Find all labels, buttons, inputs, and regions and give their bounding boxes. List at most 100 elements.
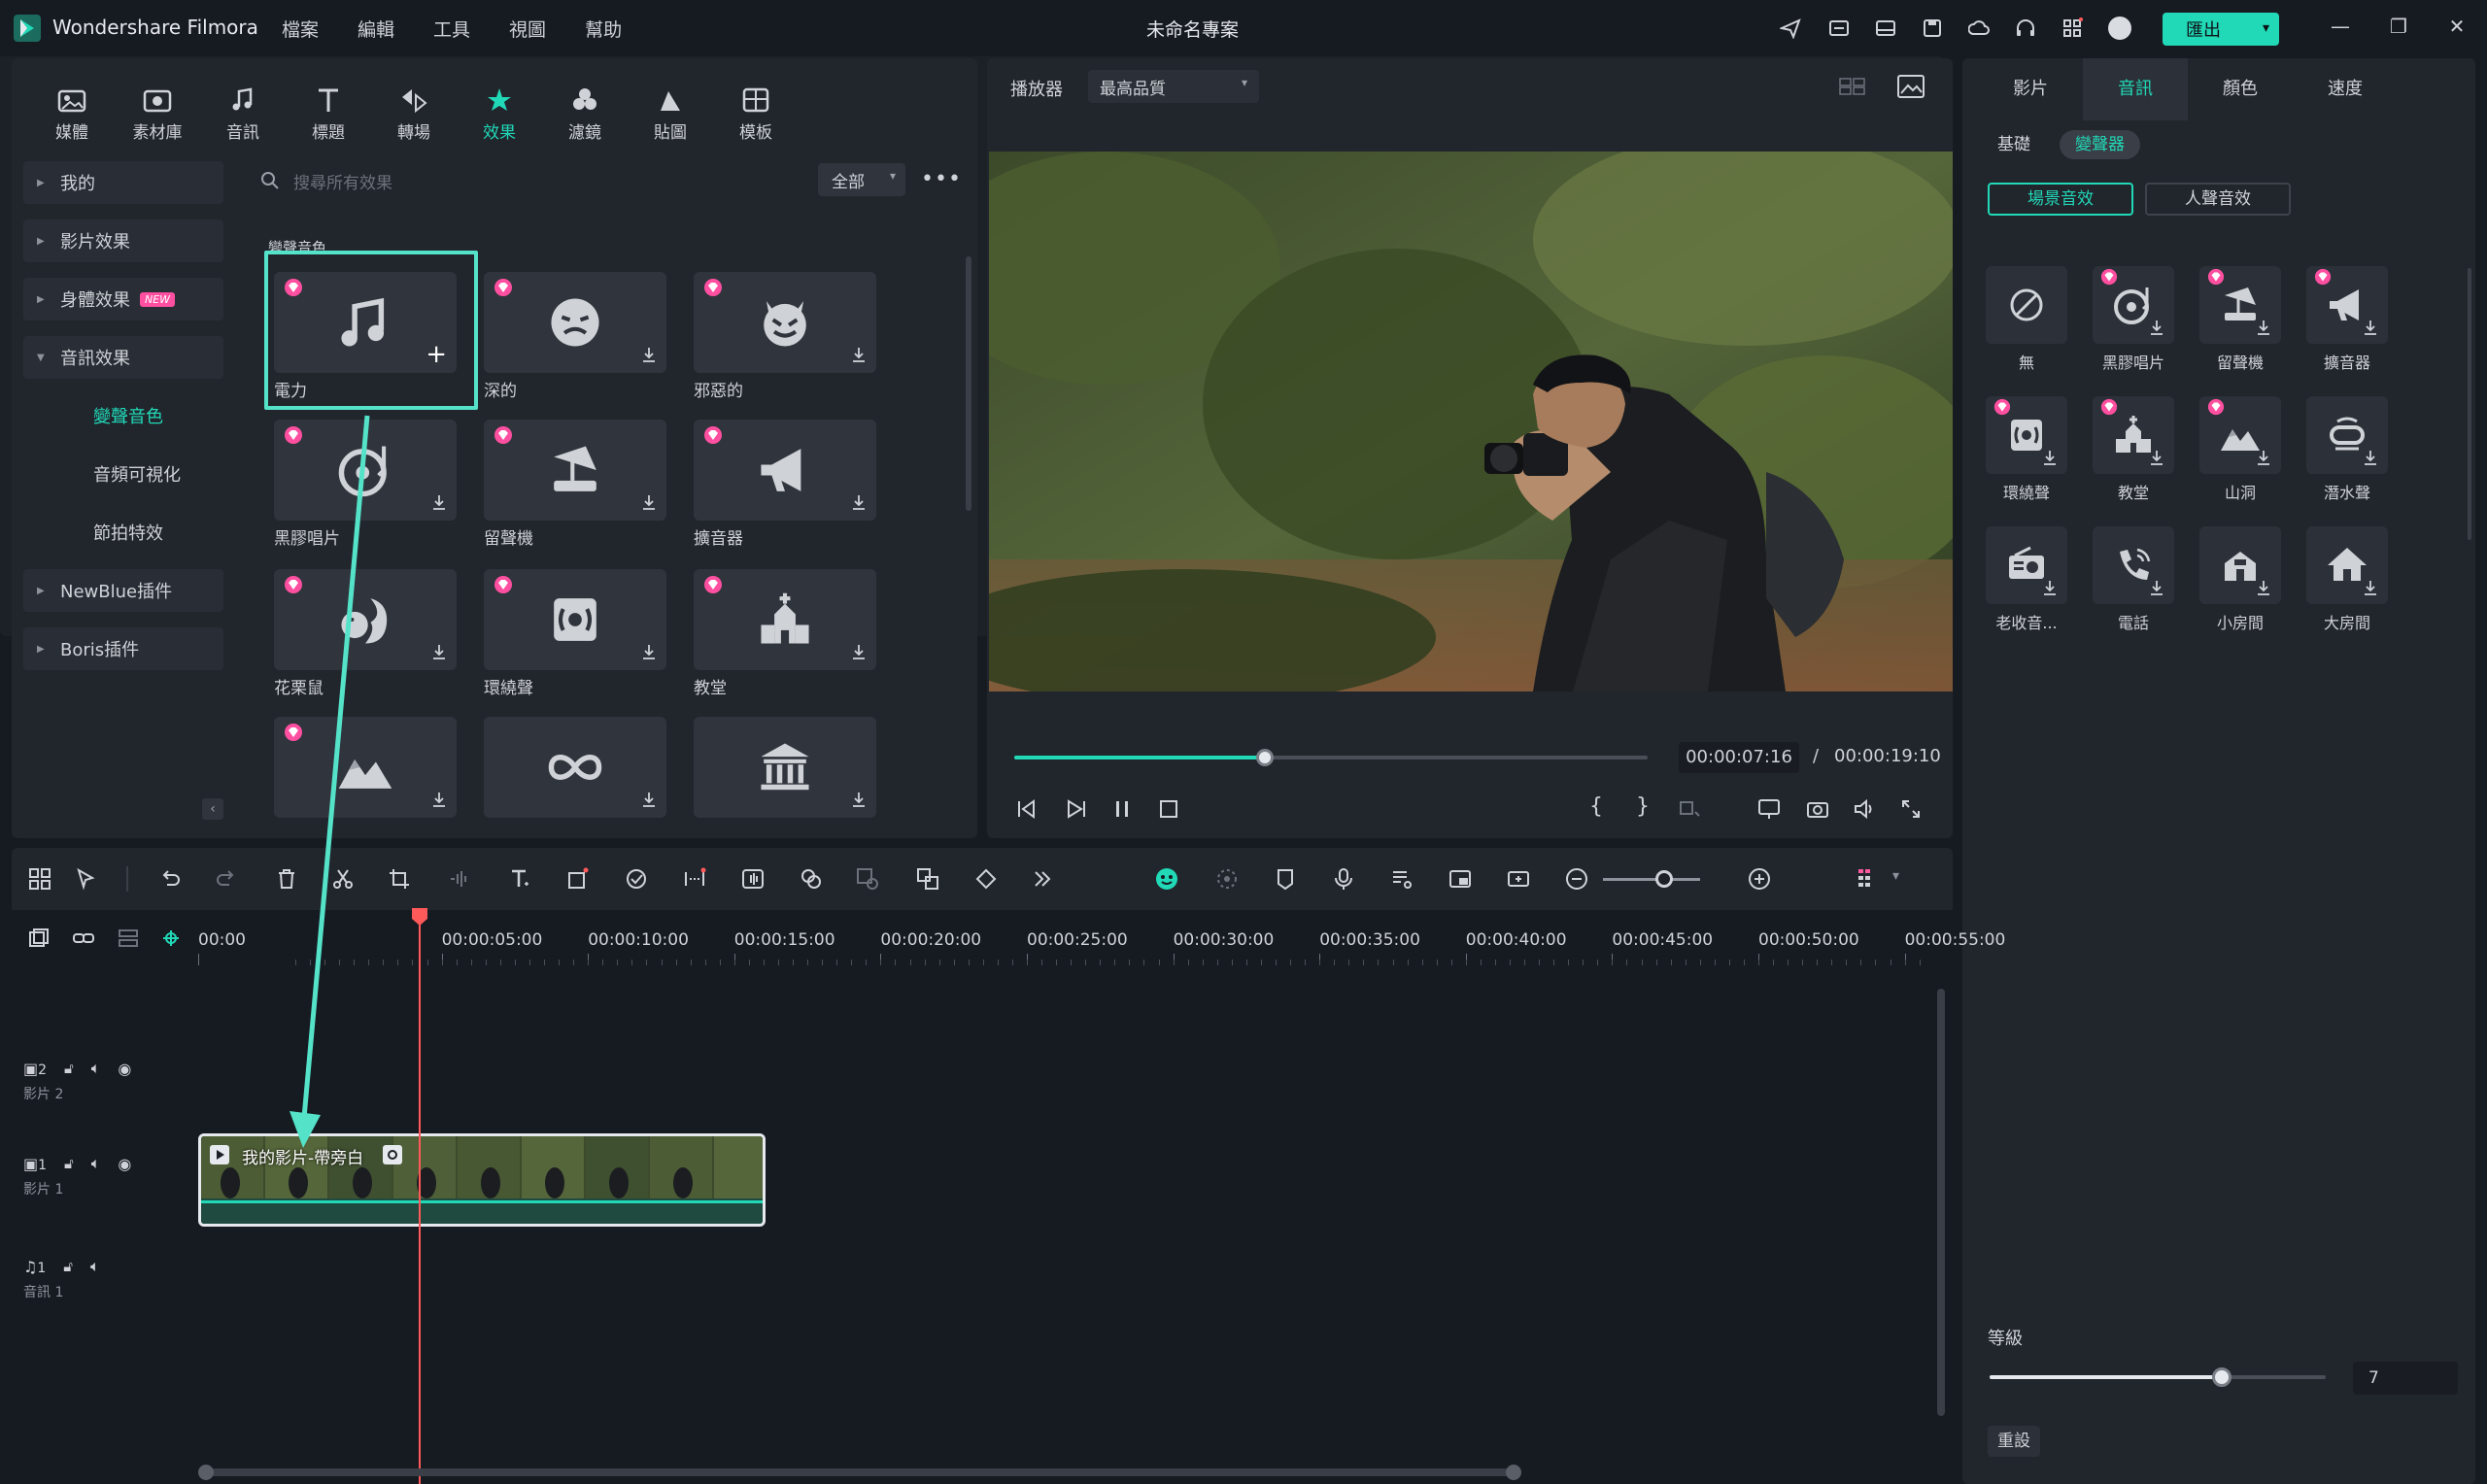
tab-video[interactable]: 影片 xyxy=(1978,58,2083,120)
menu-view[interactable]: 視圖 xyxy=(509,16,546,42)
voice-preset-item[interactable]: 大房間 xyxy=(2304,526,2390,633)
scroll-handle-left[interactable] xyxy=(198,1465,214,1480)
voice-preset-thumbnail[interactable] xyxy=(2093,266,2174,344)
download-icon[interactable] xyxy=(431,643,447,660)
download-icon[interactable] xyxy=(851,346,867,363)
audio-split-icon[interactable] xyxy=(447,866,472,892)
scroll-handle-right[interactable] xyxy=(1506,1465,1521,1480)
menu-file[interactable]: 檔案 xyxy=(282,16,319,42)
snapshot-view-icon[interactable] xyxy=(1896,74,1925,99)
snap-icon[interactable] xyxy=(1506,866,1531,892)
playback-progress-bar[interactable] xyxy=(1014,749,1648,766)
visibility-eye-icon[interactable]: ◉ xyxy=(118,1155,131,1173)
effect-thumbnail[interactable] xyxy=(484,420,666,521)
headset-icon[interactable] xyxy=(2015,17,2036,39)
tab-color[interactable]: 顏色 xyxy=(2188,58,2293,120)
download-icon[interactable] xyxy=(2149,449,2164,466)
tab-voice-changer[interactable]: 變聲器 xyxy=(2060,130,2140,159)
voice-preset-thumbnail[interactable] xyxy=(1986,526,2067,604)
tab-media[interactable]: 媒體 xyxy=(29,82,115,144)
tab-vocal-effects[interactable]: 人聲音效 xyxy=(2145,183,2291,216)
voice-preset-thumbnail[interactable] xyxy=(2306,526,2388,604)
search-input[interactable]: 搜尋所有效果 xyxy=(260,163,804,198)
picture-in-picture-icon[interactable] xyxy=(1448,866,1473,892)
voice-preset-item[interactable]: 黑膠唱片 xyxy=(2091,266,2176,373)
video-preview[interactable] xyxy=(989,152,1953,691)
lock-icon[interactable]: 🔓︎ xyxy=(63,1258,73,1275)
effect-thumbnail[interactable] xyxy=(694,272,876,373)
voice-preset-item[interactable]: 擴音器 xyxy=(2304,266,2390,373)
avatar[interactable] xyxy=(2108,17,2131,40)
level-value-input[interactable]: 7 xyxy=(2353,1362,2458,1395)
more-tools-icon[interactable] xyxy=(1030,866,1055,892)
send-icon[interactable] xyxy=(1780,17,1801,39)
pause-icon[interactable] xyxy=(1109,796,1135,822)
marker-icon[interactable] xyxy=(1273,866,1298,892)
shape-icon[interactable] xyxy=(565,866,591,892)
redo-icon[interactable] xyxy=(214,866,239,892)
fullscreen-icon[interactable] xyxy=(1898,796,1924,822)
download-icon[interactable] xyxy=(431,493,447,511)
download-icon[interactable] xyxy=(851,493,867,511)
progress-knob[interactable] xyxy=(1255,749,1274,766)
audio-wave-icon[interactable] xyxy=(740,866,766,892)
voice-preset-item[interactable]: 潛水聲 xyxy=(2304,396,2390,503)
mute-icon[interactable]: 🔈︎ xyxy=(91,1059,101,1078)
category-newblue[interactable]: ▶ NewBlue插件 xyxy=(23,569,223,612)
effect-thumbnail[interactable] xyxy=(694,717,876,818)
category-mine[interactable]: ▶ 我的 xyxy=(23,161,223,204)
voice-preset-thumbnail[interactable] xyxy=(2093,526,2174,604)
voice-preset-item[interactable]: 山洞 xyxy=(2197,396,2283,503)
stop-icon[interactable] xyxy=(1156,796,1181,822)
tab-stock[interactable]: 素材庫 xyxy=(115,82,200,144)
level-slider[interactable] xyxy=(1990,1367,2326,1387)
track-manager-icon[interactable] xyxy=(117,927,140,950)
effect-thumbnail[interactable] xyxy=(484,569,666,670)
effect-thumbnail[interactable] xyxy=(694,569,876,670)
chevron-down-icon[interactable]: ▾ xyxy=(1892,868,1899,884)
category-audio-visualizer[interactable]: 音頻可視化 xyxy=(23,453,223,495)
mute-icon[interactable]: 🔈︎ xyxy=(91,1154,101,1173)
playhead-handle[interactable] xyxy=(411,907,428,927)
more-options-icon[interactable]: ••• xyxy=(921,167,962,191)
translate-icon[interactable] xyxy=(915,866,940,892)
tab-speed[interactable]: 速度 xyxy=(2293,58,2398,120)
category-audio-effects[interactable]: ▼ 音訊效果 xyxy=(23,336,223,379)
microphone-icon[interactable] xyxy=(1331,866,1356,892)
select-arrow-icon[interactable] xyxy=(74,866,99,892)
filter-dropdown[interactable]: 全部 ▾ xyxy=(818,163,905,196)
category-voice-changer[interactable]: 變聲音色 xyxy=(23,394,223,437)
effect-item[interactable]: 教堂 xyxy=(694,569,876,698)
tab-audio[interactable]: 音訊 xyxy=(200,82,286,144)
ai-face-icon[interactable] xyxy=(1154,866,1179,892)
magnetic-snap-icon[interactable] xyxy=(159,927,183,950)
voice-preset-item[interactable]: 教堂 xyxy=(2091,396,2176,503)
effect-thumbnail[interactable] xyxy=(484,272,666,373)
menu-edit[interactable]: 編輯 xyxy=(358,16,394,42)
timeline-vertical-scrollbar[interactable] xyxy=(1937,989,1945,1416)
category-body-effects[interactable]: ▶ 身體效果 NEW xyxy=(23,278,223,320)
mark-in-icon[interactable]: { xyxy=(1589,794,1603,819)
text-icon[interactable] xyxy=(507,866,532,892)
category-boris[interactable]: ▶ Boris插件 xyxy=(23,627,223,670)
track-layout-icon[interactable] xyxy=(1854,866,1879,892)
layout-icon[interactable] xyxy=(1875,17,1896,39)
voice-preset-item[interactable]: 老收音... xyxy=(1984,526,2069,633)
captions-icon[interactable] xyxy=(1828,17,1850,39)
download-icon[interactable] xyxy=(641,791,657,808)
voice-preset-item[interactable]: 環繞聲 xyxy=(1984,396,2069,503)
crop-icon[interactable] xyxy=(387,866,412,892)
download-icon[interactable] xyxy=(2256,319,2271,336)
collapse-sidebar-button[interactable]: ‹ xyxy=(202,798,223,820)
tab-templates[interactable]: 模板 xyxy=(713,82,799,144)
voice-preset-thumbnail[interactable] xyxy=(2093,396,2174,474)
display-icon[interactable] xyxy=(1756,796,1782,822)
apps-icon[interactable] xyxy=(2061,17,2083,39)
cloud-icon[interactable] xyxy=(1968,17,1990,39)
voice-preset-item[interactable]: 留聲機 xyxy=(2197,266,2283,373)
export-button[interactable]: 匯出 ▾ xyxy=(2163,13,2279,46)
layout-grid-icon[interactable] xyxy=(27,866,52,892)
visibility-eye-icon[interactable]: ◉ xyxy=(118,1060,131,1078)
quality-dropdown[interactable]: 最高品質 ▾ xyxy=(1088,70,1259,103)
effect-item[interactable]: 邪惡的 xyxy=(694,272,876,401)
